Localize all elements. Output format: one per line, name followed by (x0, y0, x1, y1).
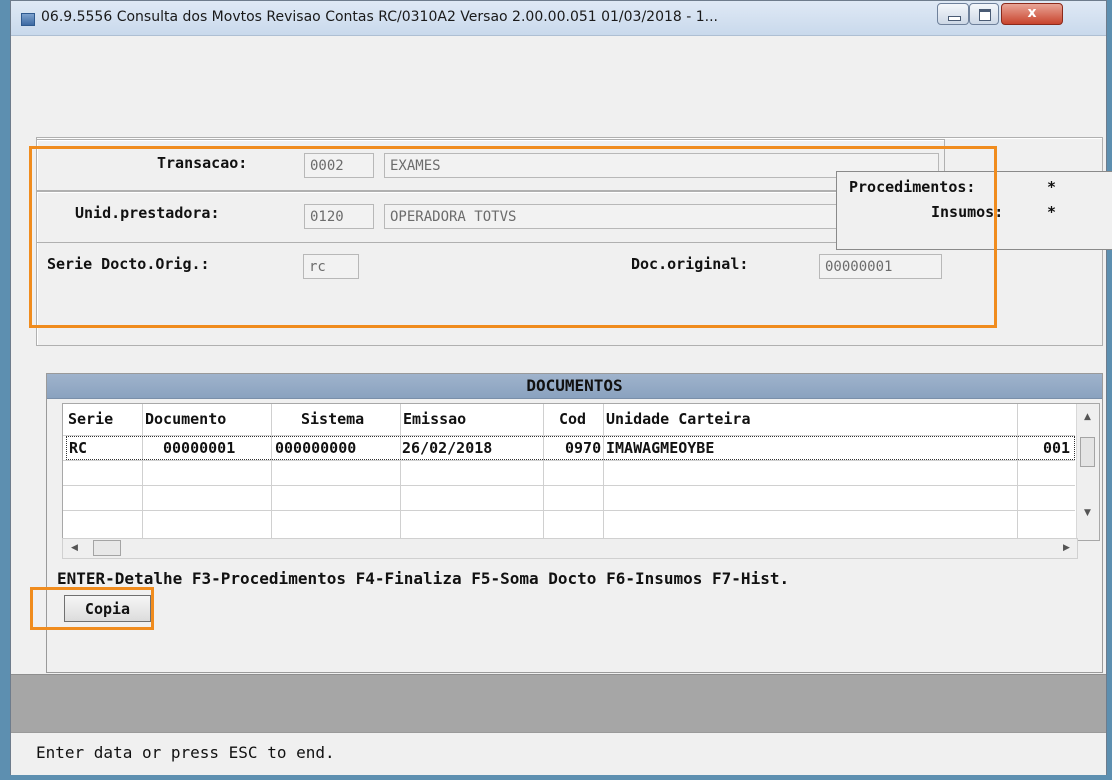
column-header-documento[interactable]: Documento (145, 404, 226, 434)
column-header-serie[interactable]: Serie (68, 404, 113, 434)
vertical-scrollbar[interactable]: ▲ ▼ (1076, 404, 1099, 540)
doc-original-field[interactable]: 00000001 (819, 254, 942, 279)
unid-prestadora-label: Unid.prestadora: (75, 204, 220, 222)
column-header-unidade-carteira[interactable]: Unidade Carteira (606, 404, 751, 434)
scroll-up-icon[interactable]: ▲ (1084, 412, 1091, 422)
scroll-down-icon[interactable]: ▼ (1084, 508, 1091, 518)
close-button[interactable]: x (1001, 3, 1063, 25)
cell-documento: 00000001 (163, 439, 236, 457)
cell-serie: RC (69, 439, 88, 457)
scroll-right-icon[interactable]: ▶ (1063, 543, 1070, 553)
column-header-sistema[interactable]: Sistema (301, 404, 364, 434)
cell-extra: 001 (1043, 439, 1071, 457)
documents-header: DOCUMENTOS (47, 374, 1102, 399)
horizontal-scroll-thumb[interactable] (93, 540, 121, 556)
insumos-label: Insumos: (931, 203, 1004, 221)
serie-docto-field[interactable]: rc (303, 254, 359, 279)
message-area (11, 674, 1106, 732)
documents-grid[interactable]: Serie Documento Sistema Emissao Cod Unid… (62, 403, 1100, 541)
copia-button[interactable]: Copia (64, 595, 151, 622)
unid-prestadora-code-field[interactable]: 0120 (304, 204, 374, 229)
serie-docto-label: Serie Docto.Orig.: (47, 255, 210, 273)
minimize-button[interactable] (937, 3, 969, 25)
procedimentos-label: Procedimentos: (849, 178, 976, 196)
doc-original-label: Doc.original: (631, 255, 749, 273)
vertical-scroll-thumb[interactable] (1080, 437, 1095, 467)
cell-sistema: 000000000 (275, 439, 357, 457)
transacao-code-field[interactable]: 0002 (304, 153, 374, 178)
maximize-button[interactable] (969, 3, 999, 25)
transacao-label: Transacao: (157, 154, 248, 172)
window-title: 06.9.5556 Consulta dos Movtos Revisao Co… (41, 9, 719, 25)
documents-panel: DOCUMENTOS Serie Documento Sistema Emiss… (46, 373, 1103, 673)
cell-cod: 0970 (565, 439, 602, 457)
application-window: 06.9.5556 Consulta dos Movtos Revisao Co… (10, 0, 1112, 775)
procedimentos-value: * (1047, 178, 1057, 196)
title-bar: 06.9.5556 Consulta dos Movtos Revisao Co… (11, 1, 1106, 36)
app-icon (21, 13, 35, 26)
horizontal-scrollbar[interactable]: ◀ ▶ (62, 538, 1078, 559)
function-keys-hint: ENTER-Detalhe F3-Procedimentos F4-Finali… (57, 569, 790, 588)
column-header-emissao[interactable]: Emissao (403, 404, 466, 434)
status-message: Enter data or press ESC to end. (36, 743, 335, 762)
cell-emissao: 26/02/2018 (402, 439, 493, 457)
column-header-cod[interactable]: Cod (559, 404, 586, 434)
status-bar: Enter data or press ESC to end. (11, 732, 1106, 775)
insumos-value: * (1047, 203, 1057, 221)
scroll-left-icon[interactable]: ◀ (71, 543, 78, 553)
cell-unidade-carteira: IMAWAGMEOYBE (606, 439, 715, 457)
close-icon: x (1027, 5, 1037, 21)
